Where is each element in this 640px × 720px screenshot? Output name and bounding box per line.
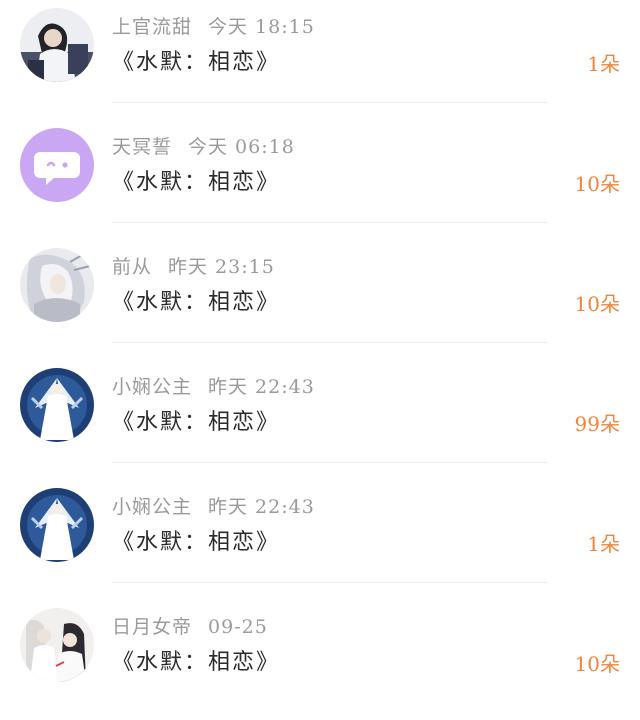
flower-count: 1朵 <box>587 52 620 76</box>
item-time: 昨天 22:43 <box>208 376 315 398</box>
item-time: 今天 06:18 <box>188 136 295 158</box>
row-divider <box>112 342 548 343</box>
user-name[interactable]: 上官流甜 <box>112 16 192 38</box>
flower-count: 10朵 <box>574 172 620 196</box>
flower-count: 99朵 <box>574 412 620 436</box>
feed-item[interactable]: 小娴公主 昨天 22:43 《水默：相恋》 1朵 <box>0 480 640 600</box>
user-name[interactable]: 小娴公主 <box>112 496 192 518</box>
item-meta: 天冥誓 今天 06:18 <box>112 132 295 159</box>
couple-character-avatar[interactable] <box>20 608 94 682</box>
book-title[interactable]: 《水默：相恋》 <box>112 524 280 556</box>
row-divider <box>112 222 548 223</box>
flower-count: 10朵 <box>574 292 620 316</box>
row-divider <box>112 102 548 103</box>
feed-item[interactable]: 天冥誓 今天 06:18 《水默：相恋》 10朵 <box>0 120 640 240</box>
item-time: 昨天 22:43 <box>208 496 315 518</box>
user-photo-avatar[interactable] <box>20 8 94 82</box>
user-name[interactable]: 小娴公主 <box>112 376 192 398</box>
book-title[interactable]: 《水默：相恋》 <box>112 644 280 676</box>
row-divider <box>112 582 548 583</box>
book-title[interactable]: 《水默：相恋》 <box>112 284 280 316</box>
feed-item[interactable]: 前从 昨天 23:15 《水默：相恋》 10朵 <box>0 240 640 360</box>
book-title[interactable]: 《水默：相恋》 <box>112 44 280 76</box>
item-time: 今天 18:15 <box>208 16 315 38</box>
gift-feed-list: 上官流甜 今天 18:15 《水默：相恋》 1朵 天冥誓 今天 06:18 《水默：… <box>0 0 640 695</box>
user-name[interactable]: 前从 <box>112 256 152 278</box>
white-hair-character-avatar[interactable] <box>20 248 94 322</box>
item-meta: 前从 昨天 23:15 <box>112 252 275 279</box>
user-name[interactable]: 日月女帝 <box>112 616 192 638</box>
item-time: 09-25 <box>208 616 268 638</box>
item-meta: 上官流甜 今天 18:15 <box>112 12 315 39</box>
default-chat-avatar[interactable] <box>20 128 94 202</box>
flower-count: 1朵 <box>587 532 620 556</box>
flower-count: 10朵 <box>574 652 620 676</box>
feed-item[interactable]: 上官流甜 今天 18:15 《水默：相恋》 1朵 <box>0 0 640 120</box>
row-divider <box>112 462 548 463</box>
angel-character-avatar[interactable] <box>20 488 94 562</box>
item-meta: 小娴公主 昨天 22:43 <box>112 492 315 519</box>
book-title[interactable]: 《水默：相恋》 <box>112 404 280 436</box>
angel-character-avatar[interactable] <box>20 368 94 442</box>
feed-item[interactable]: 日月女帝 09-25 《水默：相恋》 10朵 <box>0 600 640 720</box>
item-meta: 日月女帝 09-25 <box>112 612 268 639</box>
item-time: 昨天 23:15 <box>168 256 275 278</box>
book-title[interactable]: 《水默：相恋》 <box>112 164 280 196</box>
feed-item[interactable]: 小娴公主 昨天 22:43 《水默：相恋》 99朵 <box>0 360 640 480</box>
item-meta: 小娴公主 昨天 22:43 <box>112 372 315 399</box>
user-name[interactable]: 天冥誓 <box>112 136 172 158</box>
